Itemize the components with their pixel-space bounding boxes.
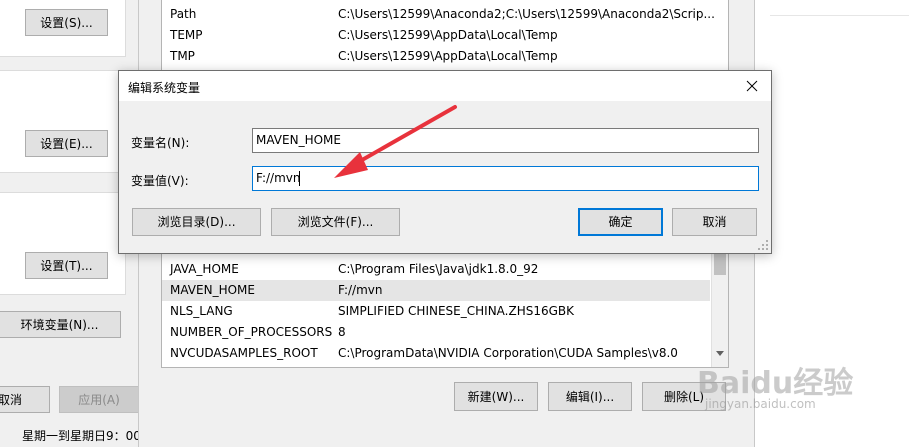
baidu-watermark-logo: Baidu经验	[697, 366, 854, 401]
annotation-arrow-shaft	[346, 105, 457, 170]
annotation-arrow-head	[334, 152, 368, 178]
baidu-watermark-url: jingyan.baidu.com	[705, 397, 816, 411]
